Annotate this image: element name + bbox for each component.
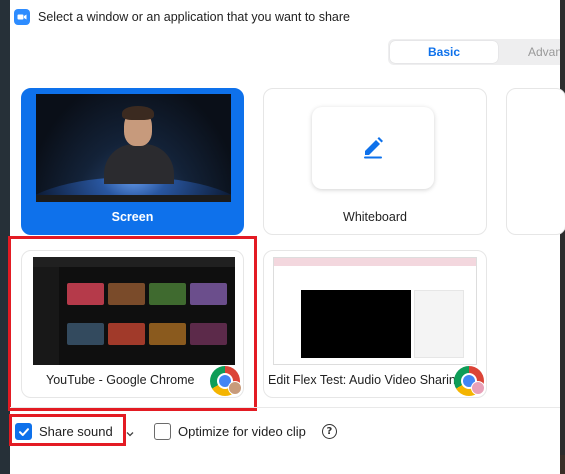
youtube-preview-video-card [108, 283, 145, 305]
share-sound-option[interactable]: Share sound [15, 423, 135, 440]
screen-preview-person-hair [122, 106, 154, 120]
youtube-preview-video-card [149, 283, 186, 305]
background-right [560, 0, 565, 474]
youtube-preview [33, 257, 235, 365]
youtube-preview-video-card [67, 283, 104, 305]
pencil-icon [359, 132, 387, 165]
whiteboard-preview [312, 107, 434, 189]
share-tabs: Basic Advan [388, 39, 560, 65]
share-sound-label: Share sound [39, 424, 113, 439]
youtube-preview-video-card [190, 283, 227, 305]
tile-edit-flex-test[interactable]: Edit Flex Test: Audio Video Sharin... [263, 250, 487, 398]
edit-flex-preview-video [301, 290, 411, 358]
optimize-video-option[interactable]: Optimize for video clip ? [154, 423, 337, 440]
avatar [471, 381, 485, 395]
tile-whiteboard-label: Whiteboard [343, 210, 407, 224]
title-bar: Select a window or an application that y… [10, 0, 560, 34]
share-sound-checkbox[interactable] [15, 423, 32, 440]
checkmark-icon [18, 427, 29, 436]
youtube-preview-video-card [67, 323, 104, 345]
tab-basic[interactable]: Basic [390, 41, 498, 63]
tile-youtube-chrome[interactable]: YouTube - Google Chrome [21, 250, 244, 398]
help-icon[interactable]: ? [321, 424, 337, 439]
dialog-title: Select a window or an application that y… [38, 10, 350, 24]
zoom-app-icon [14, 9, 30, 25]
screen-preview [36, 94, 231, 202]
tile-whiteboard[interactable]: Whiteboard [263, 88, 487, 235]
youtube-preview-topbar [33, 257, 235, 267]
tile-edit-flex-label: Edit Flex Test: Audio Video Sharin... [268, 373, 467, 387]
chevron-down-icon[interactable] [125, 427, 135, 437]
screen-preview-taskbar [36, 195, 231, 202]
optimize-video-checkbox[interactable] [154, 423, 171, 440]
tile-screen-label: Screen [111, 210, 154, 224]
dialog-left-edge [0, 0, 10, 474]
tile-screen[interactable]: Screen [21, 88, 244, 235]
edit-flex-preview-sidebar [414, 290, 464, 358]
youtube-preview-video-card [190, 323, 227, 345]
tile-partial[interactable] [506, 88, 565, 235]
edit-flex-preview [273, 257, 477, 365]
tab-advanced[interactable]: Advan [500, 39, 560, 65]
avatar [228, 381, 242, 395]
footer-divider [10, 407, 560, 408]
youtube-preview-video-card [108, 323, 145, 345]
edit-flex-preview-topbar [274, 258, 476, 266]
youtube-preview-sidebar [33, 267, 59, 365]
optimize-video-label: Optimize for video clip [178, 424, 306, 439]
youtube-preview-video-card [149, 323, 186, 345]
share-screen-dialog: Select a window or an application that y… [0, 0, 565, 474]
screen-preview-person-body [104, 144, 174, 184]
